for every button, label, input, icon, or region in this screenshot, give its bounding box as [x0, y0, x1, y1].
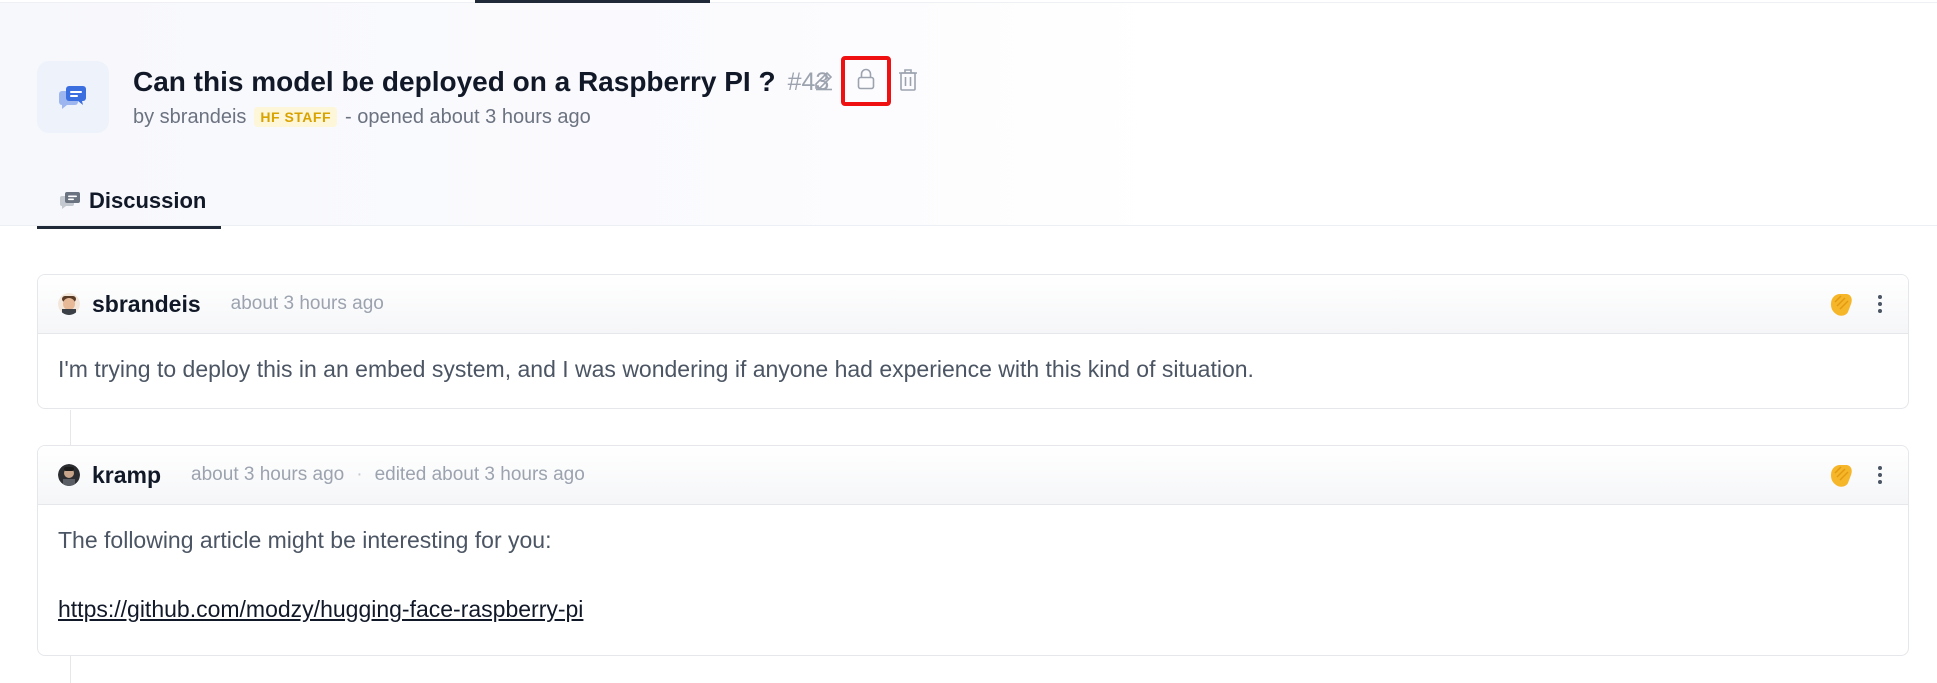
tab-label: Discussion	[89, 187, 207, 213]
separator-dot: ·	[356, 464, 363, 485]
comment-body: I'm trying to deploy this in an embed sy…	[58, 356, 1254, 382]
comment-author[interactable]: kramp	[92, 462, 161, 489]
avatar[interactable]	[58, 464, 80, 486]
clapping-hands-icon[interactable]	[1826, 461, 1856, 489]
comment-body: The following article might be interesti…	[38, 505, 1908, 623]
comment-card: kramp about 3 hours ago · edited about 3…	[37, 445, 1909, 656]
trash-icon[interactable]	[893, 65, 923, 95]
comment-time[interactable]: about 3 hours ago	[231, 293, 384, 315]
comment-author[interactable]: sbrandeis	[92, 291, 201, 318]
comment-card: sbrandeis about 3 hours ago I'm trying t…	[37, 274, 1909, 409]
article-link[interactable]: https://github.com/modzy/hugging-face-ra…	[58, 596, 583, 623]
tab-discussion[interactable]: Discussion	[37, 175, 221, 229]
comment-time[interactable]: about 3 hours ago	[191, 464, 344, 486]
page-title: Can this model be deployed on a Raspberr…	[133, 66, 776, 97]
avatar[interactable]	[58, 293, 80, 315]
edited-time[interactable]: edited about 3 hours ago	[375, 464, 585, 486]
discussion-icon	[37, 61, 109, 133]
discussion-tab-icon	[60, 192, 80, 209]
discussion-header: Can this model be deployed on a Raspberr…	[0, 3, 1937, 229]
staff-badge: HF STAFF	[254, 107, 338, 127]
lock-icon	[856, 67, 876, 96]
comment-menu-button[interactable]	[1870, 463, 1890, 487]
comment-menu-button[interactable]	[1870, 292, 1890, 316]
clapping-hands-icon[interactable]	[1826, 290, 1856, 318]
comment-header: kramp about 3 hours ago · edited about 3…	[38, 446, 1908, 505]
lock-button[interactable]	[841, 56, 891, 106]
comment-text: The following article might be interesti…	[58, 527, 552, 553]
opened-time: - opened about 3 hours ago	[345, 105, 591, 128]
pencil-icon[interactable]	[809, 65, 839, 95]
author-link[interactable]: by sbrandeis	[133, 106, 246, 129]
comment-header: sbrandeis about 3 hours ago	[38, 275, 1908, 334]
byline: by sbrandeis HF STAFF - opened about 3 h…	[133, 104, 591, 130]
discussion-title-row: Can this model be deployed on a Raspberr…	[133, 62, 829, 102]
